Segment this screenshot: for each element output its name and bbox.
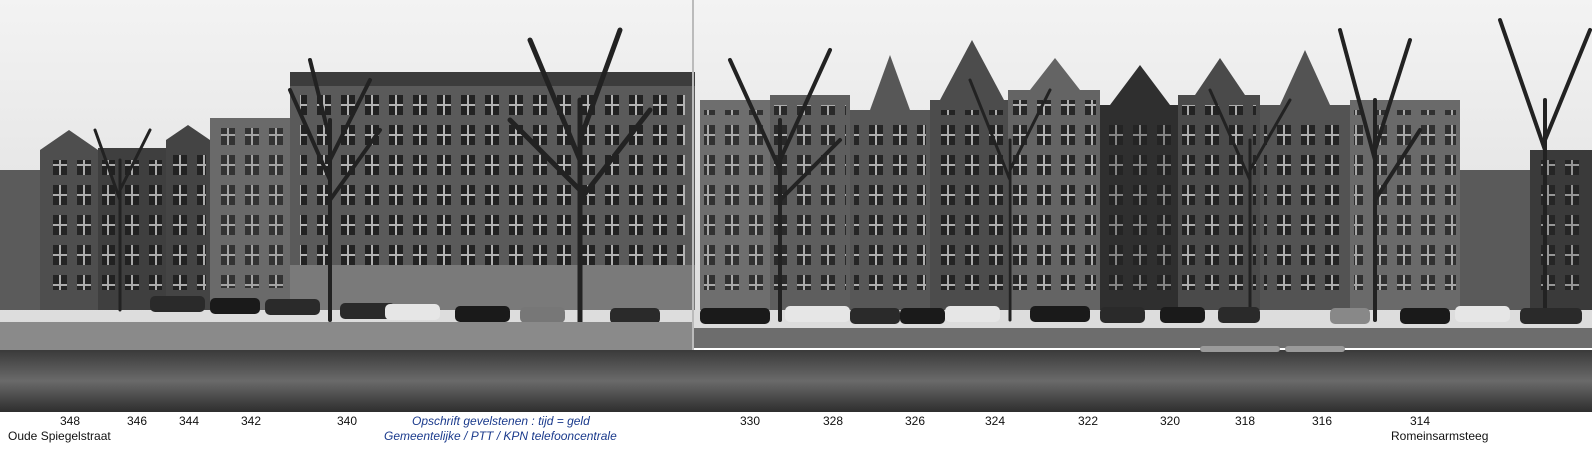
canal-panorama-photo [0, 0, 1592, 412]
house-number-340: 340 [337, 414, 358, 428]
caption-line-1: Opschrift gevelstenen : tijd = geld [412, 414, 590, 428]
house-number-324: 324 [985, 414, 1006, 428]
quay-wall [0, 322, 692, 352]
house-number-330: 330 [740, 414, 761, 428]
boats [1200, 346, 1345, 352]
house-number-348: 348 [60, 414, 81, 428]
telephone-exchange-building [290, 72, 695, 310]
house-number-328: 328 [823, 414, 844, 428]
house-number-342: 342 [241, 414, 262, 428]
house-number-322: 322 [1078, 414, 1099, 428]
canal-water [0, 350, 1592, 412]
house-number-344: 344 [179, 414, 200, 428]
quay-wall-right [694, 328, 1592, 348]
house-number-314: 314 [1410, 414, 1431, 428]
house-number-326: 326 [905, 414, 926, 428]
street-name-right: Romeinsarmsteeg [1391, 429, 1489, 443]
house-number-318: 318 [1235, 414, 1256, 428]
house-number-346: 346 [127, 414, 148, 428]
house-number-316: 316 [1312, 414, 1333, 428]
house-number-320: 320 [1160, 414, 1181, 428]
street-name-left: Oude Spiegelstraat [8, 429, 111, 443]
caption-line-2: Gemeentelijke / PTT / KPN telefooncentra… [384, 429, 617, 443]
